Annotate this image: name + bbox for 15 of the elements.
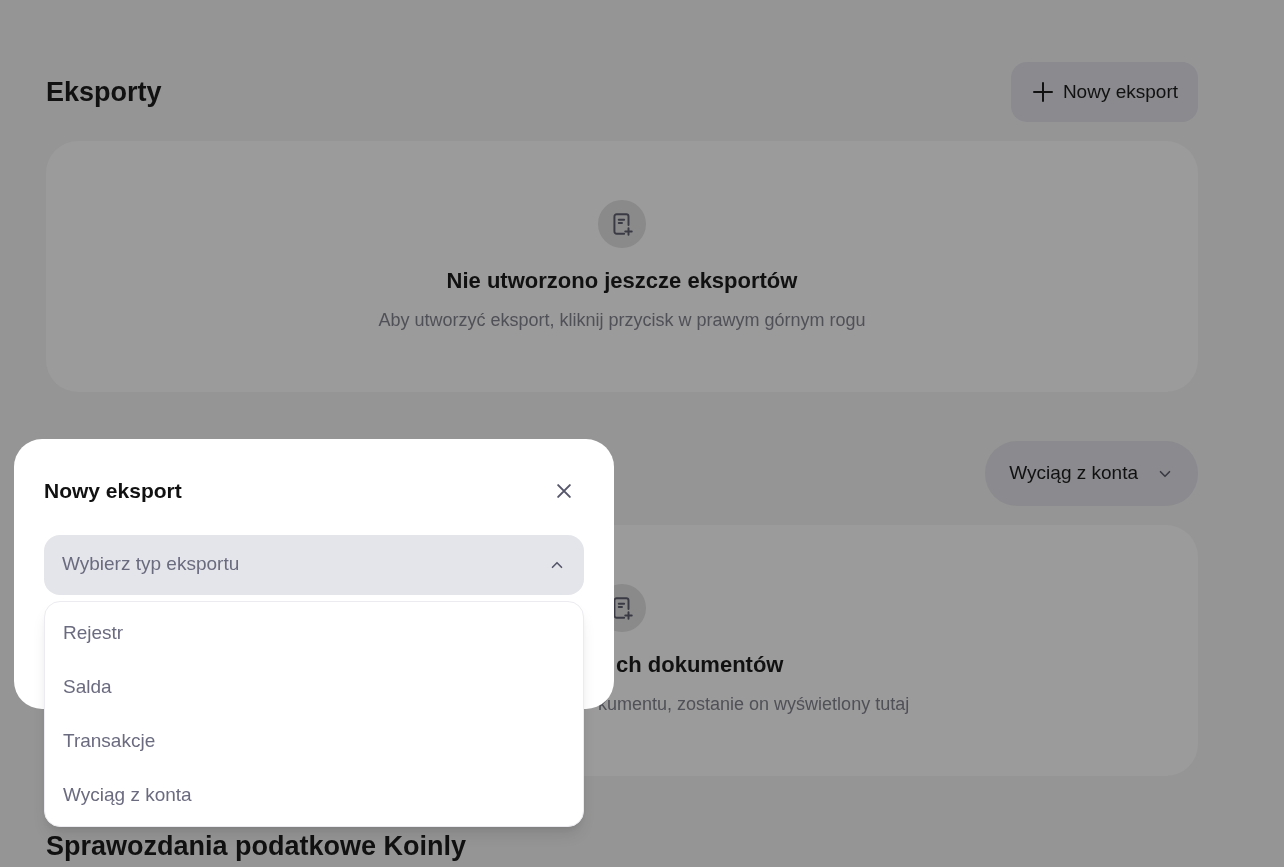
dialog-title: Nowy eksport bbox=[44, 478, 182, 504]
empty-state-title: Nie utworzono jeszcze eksportów bbox=[446, 267, 798, 295]
dropdown-option[interactable]: Wyciąg z konta bbox=[45, 768, 583, 822]
dropdown-option[interactable]: Salda bbox=[45, 660, 583, 714]
section-title: Eksporty bbox=[46, 75, 162, 109]
new-export-button[interactable]: Nowy eksport bbox=[1010, 62, 1198, 122]
statement-filter-dropdown[interactable]: Wyciąg z konta bbox=[985, 441, 1198, 506]
dropdown-option[interactable]: Rejestr bbox=[45, 606, 583, 660]
empty-state-subtitle: Aby utworzyć eksport, kliknij przycisk w prawym górnym rogu bbox=[378, 309, 866, 332]
plus-icon bbox=[1030, 80, 1055, 104]
section-title: Sprawozdania podatkowe Koinly bbox=[46, 830, 468, 863]
export-type-select[interactable]: Wybierz typ eksportu bbox=[44, 534, 584, 595]
dropdown-option[interactable]: Transakcje bbox=[45, 714, 583, 768]
empty-state-title: ch dokumentów bbox=[616, 651, 785, 679]
document-add-icon bbox=[598, 200, 646, 248]
